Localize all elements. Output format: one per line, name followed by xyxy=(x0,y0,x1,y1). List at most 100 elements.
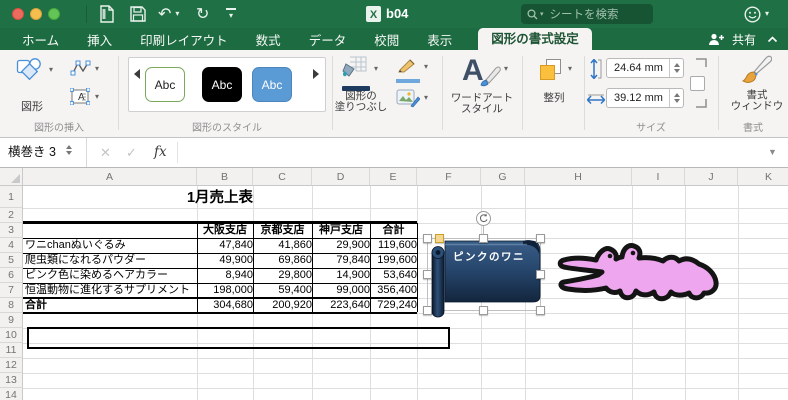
cell-value[interactable]: 199,600 xyxy=(370,253,421,268)
ribbon-tab[interactable]: 数式 xyxy=(256,30,281,49)
column-header[interactable]: D xyxy=(312,168,370,186)
customize-toolbar-button[interactable]: ▾ xyxy=(226,8,236,28)
column-header[interactable]: J xyxy=(685,168,738,186)
share-button[interactable]: 共有 xyxy=(732,31,756,48)
row-header[interactable]: 14 xyxy=(0,388,23,400)
column-header[interactable]: K xyxy=(738,168,788,186)
column-header[interactable]: B xyxy=(197,168,253,186)
ribbon-tab[interactable]: 印刷レイアウト xyxy=(140,30,228,49)
select-all-corner[interactable] xyxy=(0,168,23,186)
row-header[interactable]: 12 xyxy=(0,358,23,373)
cell-value[interactable]: 14,900 xyxy=(312,268,374,283)
scroll-shape-text[interactable]: ピンクのワニ xyxy=(453,249,525,264)
row-header[interactable]: 11 xyxy=(0,343,23,358)
cell-title[interactable]: 1月売上表 xyxy=(23,189,417,208)
shape-style-chip-1[interactable]: Abc xyxy=(145,67,185,102)
undo-dropdown-caret[interactable]: ▾ xyxy=(175,10,179,18)
gallery-next-arrow[interactable] xyxy=(313,69,319,79)
shape-fill-caret[interactable]: ▾ xyxy=(374,65,378,73)
shape-effects-button[interactable] xyxy=(396,88,421,113)
resize-handle-se[interactable] xyxy=(535,306,545,315)
adjustment-handle-yellow[interactable] xyxy=(434,233,444,243)
header-cell-total[interactable]: 合計 xyxy=(370,223,417,238)
edit-points-caret[interactable]: ▾ xyxy=(95,65,99,73)
gallery-prev-arrow[interactable] xyxy=(134,69,140,79)
new-workbook-button[interactable] xyxy=(98,4,115,24)
column-header[interactable]: F xyxy=(417,168,481,186)
shape-width-field[interactable]: 39.12 mm xyxy=(606,88,684,108)
tab-shape-format-active[interactable]: 図形の書式設定 xyxy=(478,28,592,50)
undo-button[interactable]: ↶ ▾ xyxy=(158,4,179,24)
wordart-styles-button[interactable]: A xyxy=(462,54,502,90)
enter-icon[interactable]: ✓ xyxy=(126,138,137,167)
ribbon-tab[interactable]: データ xyxy=(309,30,347,49)
cell-value[interactable]: 119,600 xyxy=(370,238,421,253)
name-box[interactable]: 横巻き 3 xyxy=(0,138,87,167)
height-stepper[interactable] xyxy=(669,59,683,77)
search-scope-caret[interactable]: ▾ xyxy=(540,10,544,18)
row-header[interactable]: 7 xyxy=(0,283,23,298)
header-cell-kyoto[interactable]: 京都支店 xyxy=(253,223,312,238)
cell-value[interactable]: 69,860 xyxy=(253,253,316,268)
resize-handle-sw[interactable] xyxy=(422,306,432,315)
name-box-value[interactable]: 横巻き 3 xyxy=(8,138,56,167)
shape-outline-button[interactable] xyxy=(396,58,420,83)
header-cell-osaka[interactable]: 大阪支店 xyxy=(197,223,253,238)
row-label[interactable]: 爬虫類になれるパウダー xyxy=(25,253,197,268)
collapse-ribbon-chevron[interactable] xyxy=(767,35,778,43)
rectangle-shape[interactable] xyxy=(27,327,450,349)
cell-value[interactable]: 41,860 xyxy=(253,238,316,253)
cancel-icon[interactable]: ✕ xyxy=(100,138,111,167)
column-header[interactable]: I xyxy=(632,168,685,186)
shape-width-value[interactable]: 39.12 mm xyxy=(607,92,669,104)
resize-handle-w[interactable] xyxy=(422,270,432,279)
close-window-button[interactable] xyxy=(12,8,24,20)
cell-value[interactable]: 8,940 xyxy=(197,268,257,283)
arrange-button[interactable] xyxy=(540,59,562,81)
column-header[interactable]: A xyxy=(23,168,197,186)
header-cell-kobe[interactable]: 神戸支店 xyxy=(312,223,370,238)
name-box-stepper[interactable] xyxy=(66,145,72,155)
insert-shape-button[interactable] xyxy=(16,57,44,88)
row-header[interactable]: 4 xyxy=(0,238,23,253)
cell-value[interactable]: 29,900 xyxy=(312,238,374,253)
cell-value[interactable]: 79,840 xyxy=(312,253,374,268)
shape-style-chip-2[interactable]: Abc xyxy=(202,67,242,102)
search-box[interactable]: ▾ シートを検索 xyxy=(521,4,653,24)
format-pane-button[interactable] xyxy=(741,55,773,90)
arrange-caret[interactable]: ▾ xyxy=(568,65,572,73)
row-header[interactable]: 9 xyxy=(0,313,23,328)
column-header[interactable]: H xyxy=(525,168,632,186)
fx-icon[interactable]: fx xyxy=(154,138,167,167)
resize-handle-nw[interactable] xyxy=(422,233,432,243)
wordart-caret[interactable]: ▾ xyxy=(504,65,508,73)
text-box-caret[interactable]: ▾ xyxy=(95,93,99,101)
redo-button[interactable]: ↻ xyxy=(196,4,209,24)
pink-crocodile-drawing[interactable] xyxy=(556,241,722,315)
row-label[interactable]: ピンク色に染めるヘアカラー xyxy=(25,268,197,283)
resize-handle-s[interactable] xyxy=(479,306,488,315)
row-header[interactable]: 5 xyxy=(0,253,23,268)
row-header[interactable]: 3 xyxy=(0,223,23,238)
feedback-smiley-button[interactable]: ▾ xyxy=(744,4,769,24)
resize-handle-ne[interactable] xyxy=(535,233,545,243)
row-header[interactable]: 6 xyxy=(0,268,23,283)
save-button[interactable] xyxy=(130,4,146,24)
ribbon-tab[interactable]: 挿入 xyxy=(87,30,112,49)
edit-points-button[interactable] xyxy=(70,60,91,82)
shape-effects-caret[interactable]: ▾ xyxy=(424,94,428,102)
lock-aspect-checkbox[interactable] xyxy=(690,76,705,91)
text-box-button[interactable]: A xyxy=(69,87,91,110)
column-header[interactable]: G xyxy=(481,168,525,186)
row-label[interactable]: ワニchanぬいぐるみ xyxy=(25,238,197,253)
minimize-window-button[interactable] xyxy=(30,8,42,20)
cell-value[interactable]: 47,840 xyxy=(197,238,257,253)
resize-handle-n[interactable] xyxy=(479,233,488,243)
formula-bar-expand-caret[interactable]: ▼ xyxy=(768,138,777,167)
rotation-handle[interactable] xyxy=(476,211,491,226)
ribbon-tab[interactable]: ホーム xyxy=(22,30,59,49)
ribbon-tab[interactable]: 校閲 xyxy=(374,30,399,49)
shape-height-field[interactable]: 24.64 mm xyxy=(606,58,684,78)
insert-shape-caret[interactable]: ▾ xyxy=(49,66,53,74)
shape-height-value[interactable]: 24.64 mm xyxy=(607,62,669,74)
